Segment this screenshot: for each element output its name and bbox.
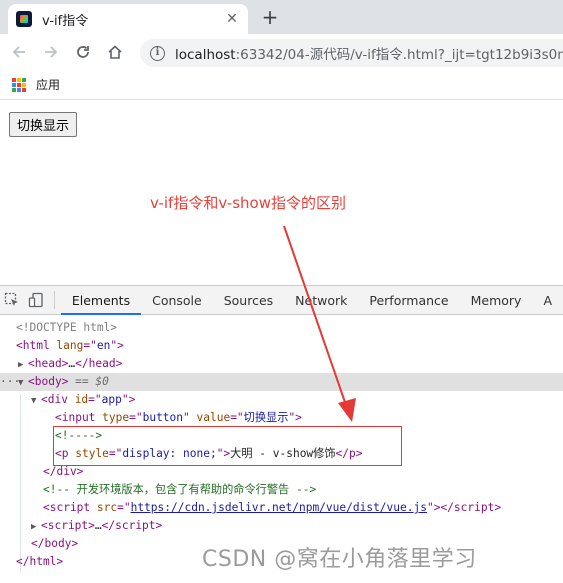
dom-line-div-app[interactable]: ▼ <div id="app"> [0, 391, 563, 409]
tab-console[interactable]: Console [141, 286, 213, 315]
site-info-icon[interactable]: i [150, 45, 165, 61]
watermark-text: CSDN @窝在小角落里学习 [202, 547, 477, 572]
close-tab-icon[interactable]: ✕ [224, 11, 240, 27]
tab-memory[interactable]: Memory [460, 286, 533, 315]
highlight-box [53, 426, 402, 466]
tab-overflow[interactable]: A [532, 286, 563, 315]
tab-title: v-if指令 [42, 13, 89, 29]
back-arrow-icon[interactable] [6, 39, 32, 65]
devtools-tab-bar: Elements Console Sources Network Perform… [0, 286, 563, 315]
more-dots-icon[interactable]: ··· [0, 373, 20, 391]
tab-sources[interactable]: Sources [213, 286, 284, 315]
home-icon[interactable] [102, 39, 128, 65]
dom-line-input[interactable]: <input type="button" value="切换显示"> [0, 409, 563, 427]
expand-triangle-icon[interactable]: ▶ [31, 518, 41, 536]
toolbar-divider [53, 291, 55, 309]
browser-tab-strip: v-if指令 ✕ + [0, 0, 563, 34]
new-tab-button[interactable]: + [258, 6, 282, 30]
page-viewport: 切换显示 v-if指令和v-show指令的区别 [0, 101, 563, 285]
tab-elements[interactable]: Elements [60, 286, 142, 315]
dom-line-body[interactable]: ··· ▼ <body> == $0 [0, 373, 563, 391]
dom-line-script-collapsed[interactable]: ▶ <script>…</script> [0, 517, 563, 535]
reload-icon[interactable] [70, 39, 96, 65]
forward-arrow-icon[interactable] [38, 39, 64, 65]
apps-grid-icon[interactable] [12, 77, 26, 92]
collapse-triangle-icon[interactable]: ▼ [31, 392, 41, 410]
expand-triangle-icon[interactable]: ▶ [18, 356, 28, 374]
dom-line-doctype[interactable]: <!DOCTYPE html> [0, 319, 563, 337]
address-bar[interactable]: i localhost:63342/04-源代码/v-if指令.html?_ij… [140, 39, 563, 67]
tab-performance[interactable]: Performance [358, 286, 459, 315]
toggle-display-button[interactable]: 切换显示 [9, 112, 78, 137]
script-src-link[interactable]: https://cdn.jsdelivr.net/npm/vue/dist/vu… [131, 501, 427, 514]
dom-line-html[interactable]: <html lang="en"> [0, 337, 563, 355]
inspect-element-icon[interactable] [0, 286, 24, 314]
annotation-text: v-if指令和v-show指令的区别 [150, 194, 346, 212]
apps-bookmark-label[interactable]: 应用 [36, 76, 60, 93]
dom-line-dev-comment[interactable]: <!-- 开发环境版本，包含了有帮助的命令行警告 --> [0, 481, 563, 499]
browser-toolbar: i localhost:63342/04-源代码/v-if指令.html?_ij… [0, 34, 563, 70]
dom-line-head[interactable]: ▶ <head>…</head> [0, 355, 563, 373]
device-toolbar-icon[interactable] [24, 286, 48, 314]
bookmarks-bar: 应用 [0, 70, 563, 100]
webstorm-icon [16, 11, 32, 27]
dom-line-script-src[interactable]: <script src="https://cdn.jsdelivr.net/np… [0, 499, 563, 517]
url-text[interactable]: localhost:63342/04-源代码/v-if指令.html?_ijt=… [175, 43, 563, 63]
browser-tab[interactable]: v-if指令 ✕ [8, 4, 248, 34]
tab-network[interactable]: Network [284, 286, 358, 315]
